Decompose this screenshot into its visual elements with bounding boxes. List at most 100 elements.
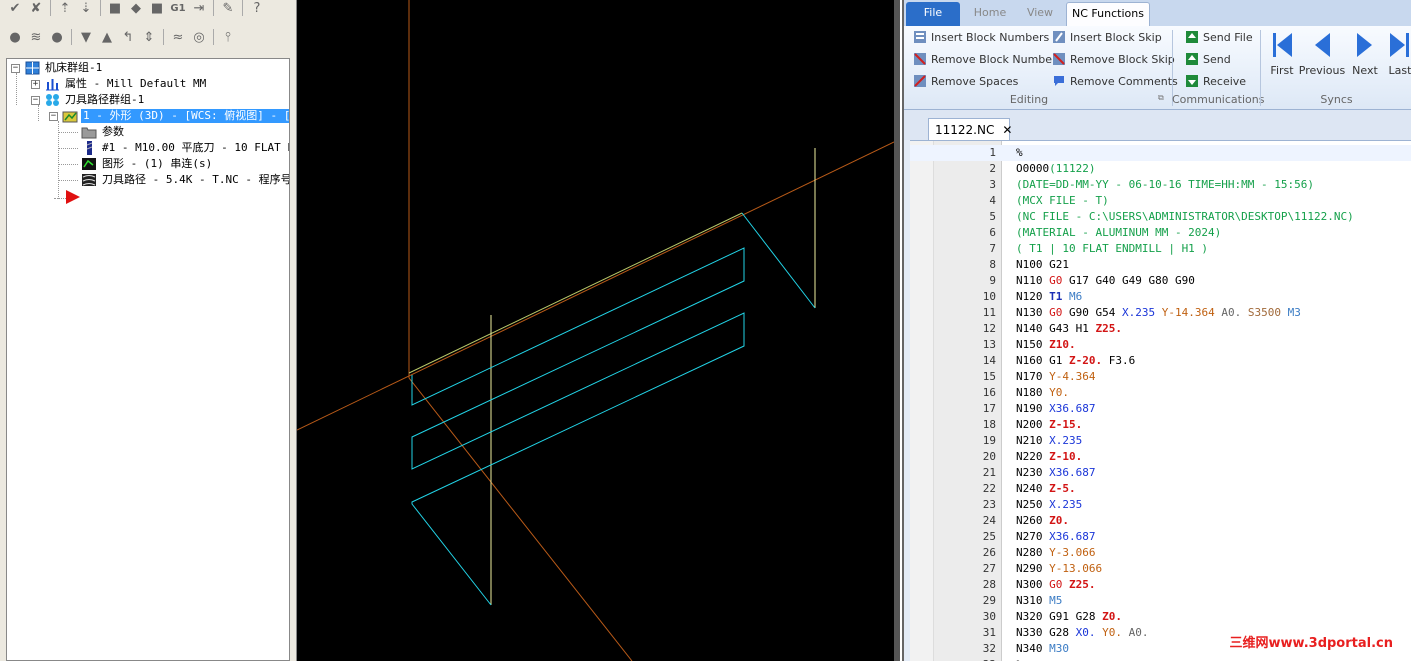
tab-view[interactable]: View	[1020, 2, 1060, 26]
collapse-icon[interactable]: −	[31, 95, 40, 105]
previous-button[interactable]: Previous	[1299, 30, 1345, 80]
move-delete-icon[interactable]: ⇣	[77, 0, 95, 17]
code-line[interactable]: 21 N230 X36.687	[910, 465, 1411, 481]
code-line[interactable]: 9 N110 G0 G17 G40 G49 G80 G90	[910, 273, 1411, 289]
code-text: N260 Z0.	[1016, 513, 1069, 529]
remove-block-numbers-button[interactable]: Remove Block Numbers	[912, 50, 1062, 68]
move-up-icon[interactable]: ⇡	[56, 0, 74, 17]
arrow-corner-icon[interactable]: ↰	[119, 28, 137, 46]
tool-icon[interactable]: ⫯	[219, 28, 237, 46]
code-line[interactable]: 28 N300 G0 Z25.	[910, 577, 1411, 593]
code-editor[interactable]: 1% 2 O0000(11122) 3 (DATE=DD-MM-YY - 06-10-1…	[910, 140, 1411, 661]
code-line[interactable]: 19 N210 X.235	[910, 433, 1411, 449]
code-line[interactable]: 2 O0000(11122)	[910, 161, 1411, 177]
code-line[interactable]: 24 N260 Z0.	[910, 513, 1411, 529]
graphics-viewport[interactable]	[296, 0, 900, 661]
collapse-icon[interactable]: −	[49, 111, 58, 121]
code-token: G0	[1049, 274, 1063, 287]
code-line[interactable]: 13 N150 Z10.	[910, 337, 1411, 353]
code-line[interactable]: 12 N140 G43 H1 Z25.	[910, 321, 1411, 337]
editing-dialog-launcher-icon[interactable]: ⧉	[1158, 93, 1168, 103]
code-line[interactable]: 5 (NC FILE - C:\USERS\ADMINISTRATOR\DESKT…	[910, 209, 1411, 225]
arrow-updown-icon[interactable]: ⇕	[140, 28, 158, 46]
tab-file[interactable]: File	[906, 2, 960, 26]
remove-block-skip-button[interactable]: Remove Block Skip	[1051, 50, 1175, 68]
tree-item-parameters[interactable]: 参数	[81, 124, 126, 140]
next-button[interactable]: Next	[1345, 30, 1385, 80]
check-all-icon[interactable]: ✔	[6, 0, 24, 17]
code-line[interactable]: 15 N170 Y-4.364	[910, 369, 1411, 385]
send-file-button[interactable]: Send File	[1184, 28, 1253, 46]
insert-block-skip-button[interactable]: Insert Block Skip	[1051, 28, 1162, 46]
code-line[interactable]: 14 N160 G1 Z-20. F3.6	[910, 353, 1411, 369]
code-line[interactable]: 7 ( T1 | 10 FLAT ENDMILL | H1 )	[910, 241, 1411, 257]
code-line[interactable]: 4 (MCX FILE - T)	[910, 193, 1411, 209]
code-line[interactable]: 33%	[910, 657, 1411, 661]
remove-comments-button[interactable]: Remove Comments	[1051, 72, 1178, 90]
code-line[interactable]: 8 N100 G21	[910, 257, 1411, 273]
viewport-scrollbar[interactable]	[894, 0, 900, 661]
code-text: N190 X36.687	[1016, 401, 1095, 417]
lock2-icon[interactable]: ●	[48, 28, 66, 46]
code-text: N160 G1 Z-20. F3.6	[1016, 353, 1135, 369]
first-button[interactable]: First	[1262, 30, 1302, 80]
remove-spaces-button[interactable]: Remove Spaces	[912, 72, 1018, 90]
code-line[interactable]: 30 N320 G91 G28 Z0.	[910, 609, 1411, 625]
next-icon	[1357, 33, 1372, 57]
tree-item-properties[interactable]: + 属性 - Mill Default MM	[31, 76, 208, 92]
collapse-icon[interactable]: −	[11, 63, 20, 73]
close-icon[interactable]: ✕	[1002, 123, 1012, 137]
receive-button[interactable]: Receive	[1184, 72, 1246, 90]
triangle-down-icon[interactable]: ▼	[77, 28, 95, 46]
code-line[interactable]: 23 N250 X.235	[910, 497, 1411, 513]
block-icon[interactable]: ■	[148, 0, 166, 17]
tree-item-toolpath[interactable]: 刀具路径 - 5.4K - T.NC - 程序号	[81, 172, 289, 188]
code-line[interactable]: 20 N220 Z-10.	[910, 449, 1411, 465]
g1-icon[interactable]: G1	[169, 0, 187, 17]
insert-arrow[interactable]	[65, 189, 84, 205]
code-line[interactable]: 11 N130 G0 G90 G54 X.235 Y-14.364 A0. S35…	[910, 305, 1411, 321]
tab-home[interactable]: Home	[964, 2, 1016, 26]
code-line[interactable]: 26 N280 Y-3.066	[910, 545, 1411, 561]
code-line[interactable]: 17 N190 X36.687	[910, 401, 1411, 417]
code-text: N210 X.235	[1016, 433, 1082, 449]
toolpath-rapid-line	[408, 212, 743, 374]
pattern-icon[interactable]: ≈	[169, 28, 187, 46]
triangle-up-icon[interactable]: ▲	[98, 28, 116, 46]
lock-icon[interactable]: ●	[6, 28, 24, 46]
code-line[interactable]: 10 N120 T1 M6	[910, 289, 1411, 305]
tree-item-operation[interactable]: − 1 - 外形 (3D) - [WCS: 俯视图] - [刀	[49, 108, 289, 124]
code-line[interactable]: 27 N290 Y-13.066	[910, 561, 1411, 577]
tab-nc-functions[interactable]: NC Functions	[1066, 2, 1150, 26]
expand-icon[interactable]: +	[31, 79, 40, 89]
stop-icon[interactable]: ■	[106, 0, 124, 17]
wrench-icon[interactable]: ✎	[219, 0, 237, 17]
button-label: Last	[1388, 64, 1411, 77]
insert-block-numbers-button[interactable]: Insert Block Numbers	[912, 28, 1049, 46]
send-button[interactable]: Send	[1184, 50, 1231, 68]
code-line[interactable]: 1%	[910, 145, 1411, 161]
code-line[interactable]: 29 N310 M5	[910, 593, 1411, 609]
code-line[interactable]: 22 N240 Z-5.	[910, 481, 1411, 497]
shape-icon[interactable]: ◆	[127, 0, 145, 17]
tree-item-toolpath-group[interactable]: − 刀具路径群组-1	[31, 92, 146, 108]
target-icon[interactable]: ◎	[190, 28, 208, 46]
tree-item-machine-group[interactable]: − 机床群组-1	[11, 60, 104, 76]
code-line[interactable]: 6 (MATERIAL - ALUMINUM MM - 2024)	[910, 225, 1411, 241]
code-line[interactable]: 18 N200 Z-15.	[910, 417, 1411, 433]
export-icon[interactable]: ⇥	[190, 0, 208, 17]
toolbar-separator	[100, 0, 101, 16]
button-label: Send File	[1203, 30, 1253, 44]
tree-item-tool[interactable]: #1 - M10.00 平底刀 - 10 FLAT EN	[81, 140, 289, 156]
tree-label: 机床群组-1	[45, 61, 103, 74]
wave-icon[interactable]: ≋	[27, 28, 45, 46]
tree-item-geometry[interactable]: 图形 - (1) 串连(s)	[81, 156, 214, 172]
code-line[interactable]: 25 N270 X36.687	[910, 529, 1411, 545]
code-line[interactable]: 16 N180 Y0.	[910, 385, 1411, 401]
check-x-icon[interactable]: ✘	[27, 0, 45, 17]
help-icon[interactable]: ?	[248, 0, 266, 17]
document-tab[interactable]: 11122.NC ✕	[928, 118, 1012, 140]
code-line[interactable]: 3 (DATE=DD-MM-YY - 06-10-16 TIME=HH:MM - …	[910, 177, 1411, 193]
last-button[interactable]: Last	[1380, 30, 1411, 80]
button-label: Remove Spaces	[931, 74, 1019, 88]
